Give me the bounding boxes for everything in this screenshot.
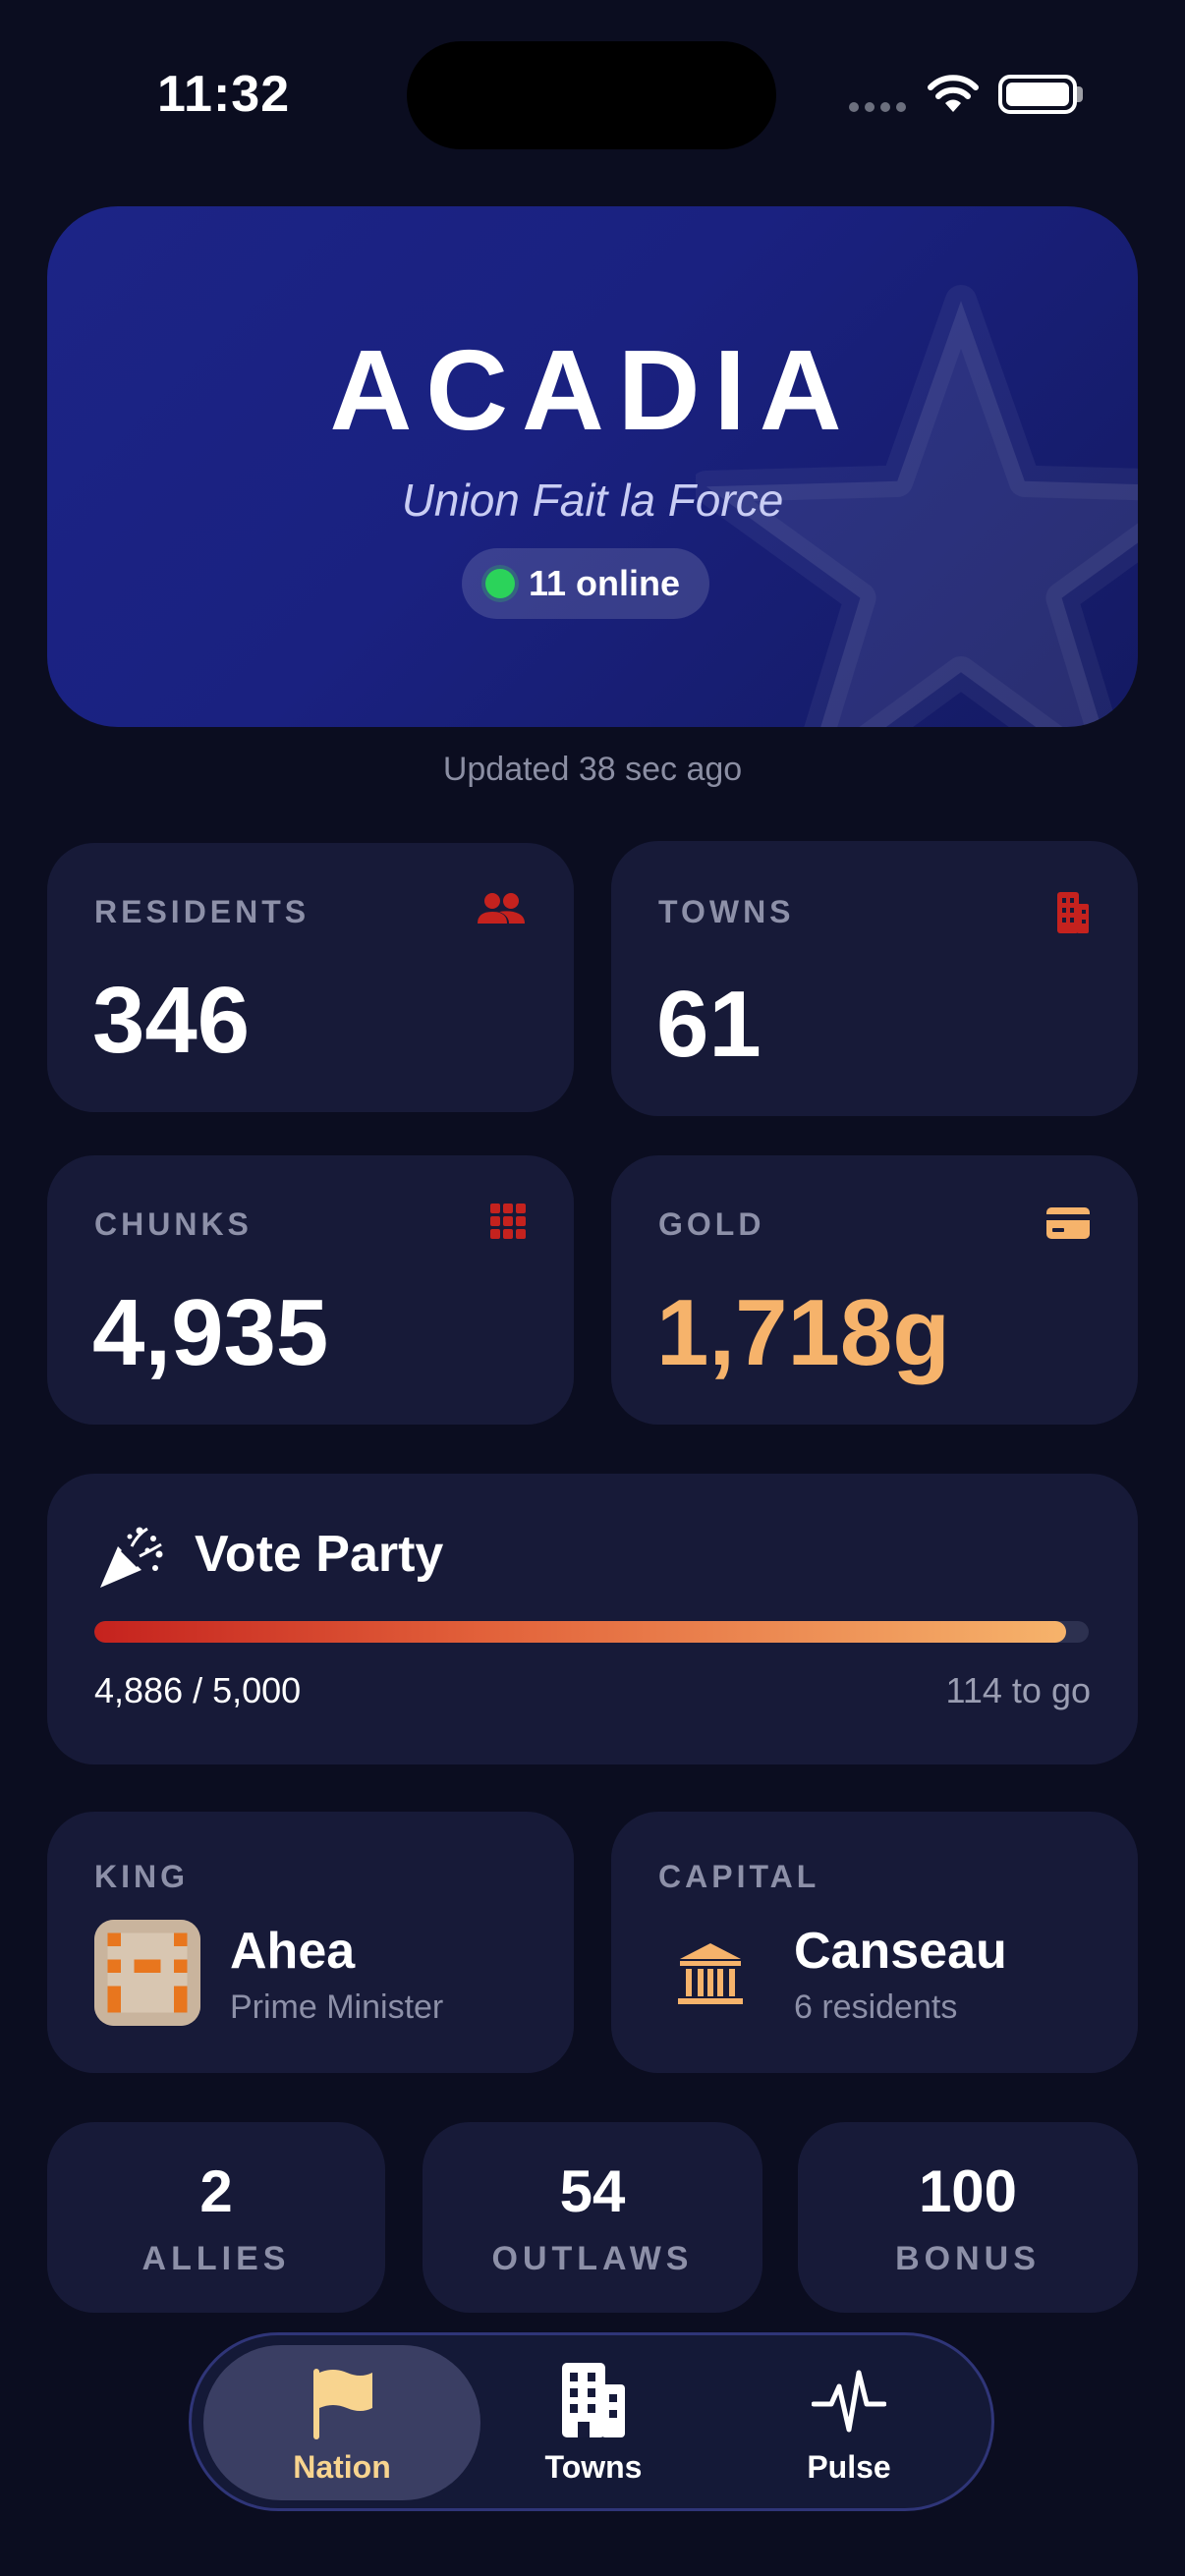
king-name: Ahea <box>230 1923 356 1980</box>
vote-count: 4,886 / 5,000 <box>94 1670 302 1710</box>
mini-stat-bonus[interactable]: 100 BONUS <box>798 2122 1138 2313</box>
mini-stat-outlaws[interactable]: 54 OUTLAWS <box>423 2122 762 2313</box>
online-status-icon <box>485 569 515 598</box>
vote-progress-fill <box>94 1621 1066 1643</box>
grid-icon <box>490 1204 526 1239</box>
vote-party-card[interactable]: Vote Party 4,886 / 5,000 114 to go <box>47 1474 1138 1764</box>
stat-card-chunks[interactable]: CHUNKS 4,935 <box>47 1155 574 1425</box>
mini-stat-allies[interactable]: 2 ALLIES <box>47 2122 385 2313</box>
tab-bar: Nation Towns Pulse <box>189 2332 994 2511</box>
mini-stat-value: 54 <box>559 2158 626 2224</box>
stat-label: CHUNKS <box>94 1206 253 1242</box>
stat-label: GOLD <box>658 1206 765 1242</box>
nation-hero-card: ACADIA Union Fait la Force 11 online <box>47 206 1138 727</box>
dynamic-island <box>407 41 776 149</box>
vote-party-title: Vote Party <box>195 1526 444 1583</box>
card-icon <box>1046 1207 1090 1239</box>
mini-stat-label: ALLIES <box>141 2240 291 2277</box>
stat-value: 4,935 <box>92 1280 329 1385</box>
people-icon <box>478 893 525 924</box>
capital-label: CAPITAL <box>658 1859 820 1894</box>
skin-avatar-icon <box>94 1920 200 2026</box>
stat-value: 61 <box>656 972 762 1077</box>
tab-pulse[interactable]: Pulse <box>741 2359 957 2496</box>
battery-icon <box>998 75 1077 114</box>
tab-towns[interactable]: Towns <box>485 2359 702 2496</box>
party-popper-icon <box>100 1527 163 1588</box>
capital-card[interactable]: CAPITAL Canseau 6 residents <box>611 1812 1138 2073</box>
mini-stat-value: 100 <box>918 2158 1018 2224</box>
stat-value: 346 <box>92 968 251 1073</box>
online-count: 11 online <box>529 563 681 603</box>
nation-name: ACADIA <box>329 326 856 454</box>
stat-label: TOWNS <box>658 894 795 929</box>
mini-stat-value: 2 <box>199 2158 233 2224</box>
king-card[interactable]: KING Ahea Prime Minister <box>47 1812 574 2073</box>
status-time: 11:32 <box>157 66 291 123</box>
cellular-signal-icon <box>849 102 906 112</box>
wifi-icon <box>928 75 979 112</box>
stat-card-towns[interactable]: TOWNS 61 <box>611 841 1138 1116</box>
mini-stat-label: OUTLAWS <box>491 2240 694 2277</box>
stat-card-residents[interactable]: RESIDENTS 346 <box>47 843 574 1112</box>
bank-icon <box>678 1943 743 2004</box>
avatar <box>94 1920 200 2026</box>
stat-card-gold[interactable]: GOLD 1,718g <box>611 1155 1138 1425</box>
capital-residents: 6 residents <box>794 1988 958 2026</box>
nation-motto: Union Fait la Force <box>401 475 784 526</box>
tab-nation[interactable]: Nation <box>234 2359 450 2496</box>
pulse-icon <box>812 2370 886 2433</box>
updated-timestamp: Updated 38 sec ago <box>442 751 743 788</box>
building-icon <box>1057 892 1089 933</box>
capital-name: Canseau <box>794 1923 1007 1980</box>
online-badge: 11 online <box>462 548 710 619</box>
vote-remaining: 114 to go <box>945 1670 1091 1710</box>
battery-tip <box>1077 86 1083 102</box>
building-icon <box>562 2363 625 2437</box>
vote-progress-bar <box>94 1621 1089 1643</box>
tab-label: Nation <box>293 2449 391 2485</box>
stat-value: 1,718g <box>656 1280 950 1385</box>
king-title: Prime Minister <box>230 1988 444 2026</box>
king-label: KING <box>94 1859 189 1894</box>
flag-icon <box>313 2369 372 2439</box>
stat-label: RESIDENTS <box>94 894 310 929</box>
tab-label: Pulse <box>807 2449 891 2485</box>
tab-label: Towns <box>544 2449 643 2485</box>
mini-stat-label: BONUS <box>895 2240 1041 2277</box>
